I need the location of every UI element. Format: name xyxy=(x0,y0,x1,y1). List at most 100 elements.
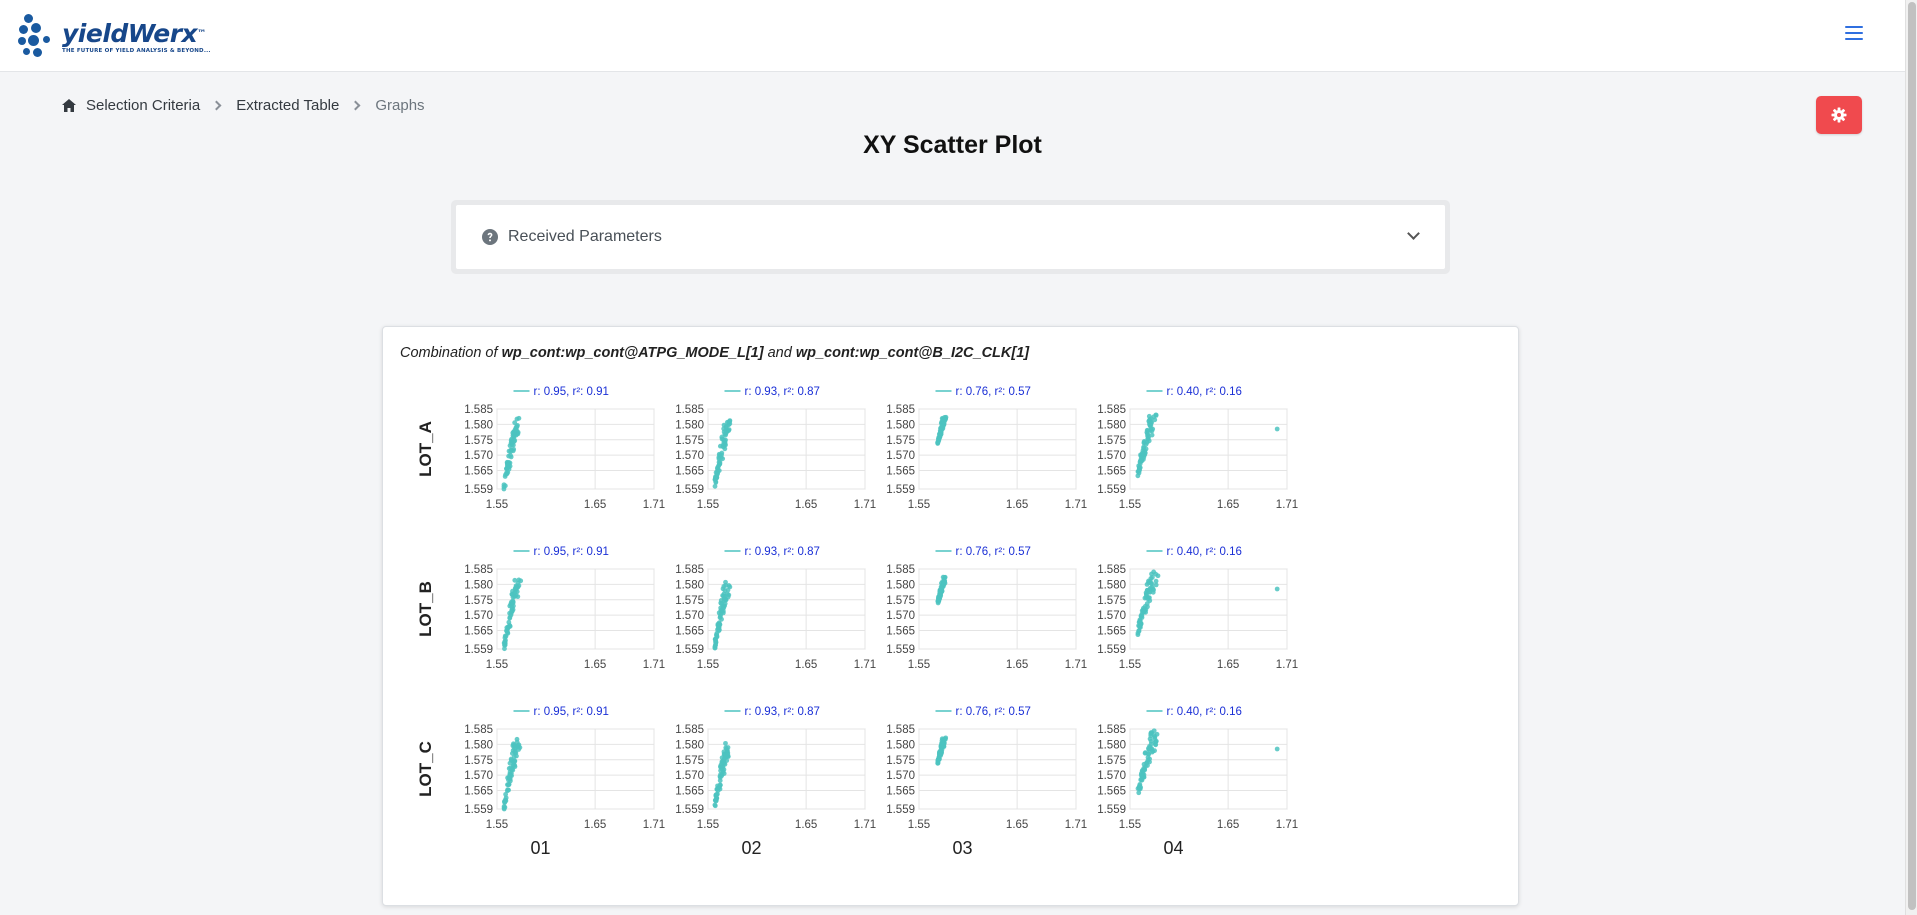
scatter-point xyxy=(502,641,508,647)
scatter-point xyxy=(1141,444,1147,450)
x-tick-label: 1.55 xyxy=(486,659,508,671)
home-icon[interactable] xyxy=(62,99,76,112)
top-navbar: yieldWerx™ THE FUTURE OF YIELD ANALYSIS … xyxy=(0,0,1905,72)
scatter-point xyxy=(507,615,513,621)
x-tick-label: 1.65 xyxy=(795,659,817,671)
gear-icon xyxy=(1831,107,1847,123)
y-tick-label: 1.575 xyxy=(464,435,493,447)
y-tick-label: 1.565 xyxy=(886,466,915,478)
subtitle-and: and xyxy=(767,345,792,361)
scatter-point xyxy=(507,623,513,629)
x-tick-label: 1.71 xyxy=(1276,659,1298,671)
scatter-point xyxy=(712,476,718,482)
scatter-point xyxy=(718,782,723,788)
hamburger-menu-icon[interactable] xyxy=(1845,26,1863,42)
scatter-point xyxy=(721,429,727,435)
chevron-down-icon[interactable] xyxy=(1407,227,1420,240)
scatter-panel-lot_b-04: 1.585 1.580 1.575 1.570 1.565 1.559 1.55 1.65 1.… xyxy=(1097,546,1298,671)
y-tick-label: 1.575 xyxy=(1097,755,1126,767)
scatter-point xyxy=(1153,578,1159,584)
y-tick-label: 1.580 xyxy=(886,739,915,751)
legend-label: r: 0.76, r²: 0.57 xyxy=(956,386,1031,398)
y-tick-label: 1.565 xyxy=(675,626,704,638)
x-tick-label: 1.65 xyxy=(1006,819,1028,831)
scatter-point xyxy=(509,603,515,609)
subtitle-prefix: Combination of xyxy=(400,345,498,361)
scatter-point xyxy=(938,748,943,754)
x-tick-label: 1.65 xyxy=(584,659,606,671)
settings-button[interactable] xyxy=(1816,96,1862,134)
x-tick-label: 1.71 xyxy=(854,499,876,511)
scatter-point xyxy=(1147,422,1153,428)
scatter-point xyxy=(504,628,509,634)
x-tick-label: 1.55 xyxy=(1119,499,1141,511)
row-label-lot_c: LOT_C xyxy=(416,741,435,797)
x-tick-label: 1.71 xyxy=(643,499,665,511)
y-tick-label: 1.559 xyxy=(1097,484,1126,496)
scatter-point xyxy=(1141,609,1147,615)
scatter-point xyxy=(715,626,721,631)
scatter-point xyxy=(505,469,511,475)
scatter-point xyxy=(713,798,718,803)
scatter-point xyxy=(721,584,727,589)
y-tick-label: 1.559 xyxy=(675,644,704,656)
scatter-panel-lot_a-01: 1.585 1.580 1.575 1.570 1.565 1.559 1.55 1.65 1.… xyxy=(464,386,665,511)
y-tick-label: 1.559 xyxy=(886,484,915,496)
scatter-point xyxy=(722,588,728,593)
scatter-point xyxy=(1146,746,1151,751)
scatter-point xyxy=(1152,735,1158,741)
scatter-point xyxy=(941,742,946,748)
scatter-point xyxy=(512,577,518,583)
y-tick-label: 1.585 xyxy=(675,404,704,416)
scatter-point xyxy=(1149,584,1155,590)
scatter-panel-lot_b-03: 1.585 1.580 1.575 1.570 1.565 1.559 1.55 1.65 1.… xyxy=(886,546,1087,671)
breadcrumb-extracted-table[interactable]: Extracted Table xyxy=(236,97,339,114)
y-tick-label: 1.585 xyxy=(464,404,493,416)
scatter-point xyxy=(718,772,723,778)
scrollbar-thumb[interactable] xyxy=(1908,2,1916,910)
received-parameters-toggle[interactable]: Received Parameters xyxy=(456,205,1445,269)
scatter-point xyxy=(515,423,520,428)
y-tick-label: 1.559 xyxy=(675,804,704,816)
legend-label: r: 0.76, r²: 0.57 xyxy=(956,546,1031,558)
breadcrumb-selection-criteria[interactable]: Selection Criteria xyxy=(86,97,200,114)
scatter-point xyxy=(1144,760,1150,765)
scatter-point xyxy=(718,612,723,618)
y-tick-label: 1.565 xyxy=(675,466,704,478)
scatter-point xyxy=(716,459,722,465)
legend-label: r: 0.40, r²: 0.16 xyxy=(1167,546,1242,558)
legend-label: r: 0.40, r²: 0.16 xyxy=(1167,386,1242,398)
scatter-point xyxy=(719,755,725,761)
x-tick-label: 1.55 xyxy=(908,819,930,831)
scatter-point xyxy=(725,752,731,757)
scatter-point xyxy=(502,799,508,804)
legend-label: r: 0.95, r²: 0.91 xyxy=(534,706,609,718)
y-tick-label: 1.585 xyxy=(464,564,493,576)
y-tick-label: 1.559 xyxy=(1097,804,1126,816)
x-tick-label: 1.65 xyxy=(795,819,817,831)
scatter-point xyxy=(1139,450,1145,456)
y-tick-label: 1.559 xyxy=(464,484,493,496)
scatter-point-outlier xyxy=(1274,426,1280,432)
page-title: XY Scatter Plot xyxy=(863,131,1042,159)
scatter-point xyxy=(1136,468,1141,474)
scatter-point xyxy=(501,805,507,811)
plot-subtitle: Combination of wp_cont:wp_cont@ATPG_MODE… xyxy=(400,345,1029,361)
plot-area xyxy=(707,568,866,650)
y-tick-label: 1.580 xyxy=(1097,579,1126,591)
scatter-point xyxy=(715,464,721,470)
scatter-point xyxy=(1144,430,1150,435)
scatter-point xyxy=(942,736,948,742)
y-tick-label: 1.570 xyxy=(675,610,704,622)
legend-label: r: 0.93, r²: 0.87 xyxy=(745,386,820,398)
page-scrollbar[interactable] xyxy=(1905,0,1917,915)
scatter-point xyxy=(503,791,509,797)
x-tick-label: 1.65 xyxy=(584,499,606,511)
legend-label: r: 0.93, r²: 0.87 xyxy=(745,706,820,718)
scatter-point xyxy=(714,786,720,792)
y-tick-label: 1.565 xyxy=(464,466,493,478)
scatter-point xyxy=(506,766,512,771)
yieldwerx-logo[interactable]: yieldWerx™ THE FUTURE OF YIELD ANALYSIS … xyxy=(18,14,211,60)
x-tick-label: 1.71 xyxy=(1065,499,1087,511)
x-tick-label: 1.55 xyxy=(908,659,930,671)
